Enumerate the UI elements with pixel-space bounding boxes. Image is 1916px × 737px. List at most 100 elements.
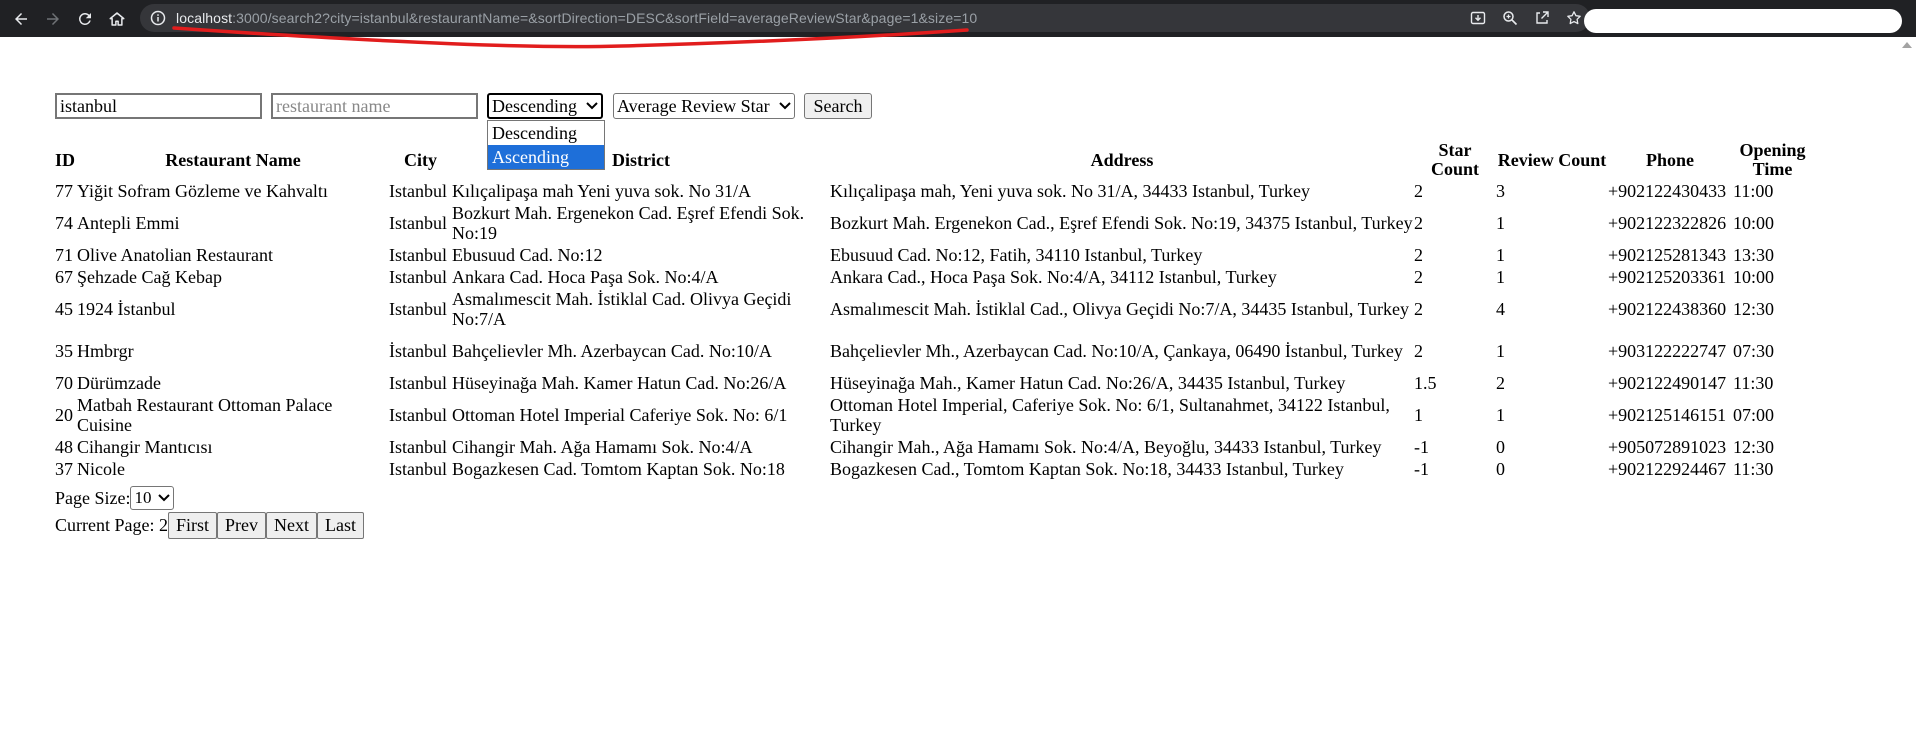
prev-page-button[interactable]: Prev xyxy=(217,511,266,539)
back-button[interactable] xyxy=(8,6,34,32)
cell-review-count: 1 xyxy=(1496,341,1505,361)
cell-address: Kılıçalipaşa mah, Yeni yuva sok. No 31/A… xyxy=(830,181,1310,201)
browser-toolbar: localhost:3000/search2?city=istanbul&res… xyxy=(0,0,1916,37)
header-restaurant-name: Restaurant Name xyxy=(165,149,301,170)
cell-city: Istanbul xyxy=(389,299,447,319)
cell-review-count: 1 xyxy=(1496,405,1505,425)
sort-field-value: Average Review Star xyxy=(617,96,770,116)
header-star-count: Star Count xyxy=(1430,140,1479,179)
table-header-row: ID Restaurant Name City District Address… xyxy=(55,140,1813,180)
share-icon[interactable] xyxy=(1526,4,1558,32)
city-input[interactable]: istanbul xyxy=(55,93,262,119)
sort-direction-select[interactable]: Descending xyxy=(487,93,603,119)
cell-review-count: 1 xyxy=(1496,213,1505,233)
install-app-icon[interactable] xyxy=(1462,4,1494,32)
redacted-profile-area xyxy=(1584,9,1902,33)
cell-id: 37 xyxy=(55,459,73,479)
table-row: 71 Olive Anatolian Restaurant Istanbul E… xyxy=(55,244,1813,266)
cell-opening-time: 11:30 xyxy=(1733,373,1774,393)
last-page-button[interactable]: Last xyxy=(317,511,364,539)
option-descending[interactable]: Descending xyxy=(488,121,604,145)
cell-star-count: 1.5 xyxy=(1414,373,1437,393)
table-row: 77 Yiğit Sofram Gözleme ve Kahvaltı Ista… xyxy=(55,180,1813,202)
cell-name: Olive Anatolian Restaurant xyxy=(77,245,273,265)
cell-district: Bogazkesen Cad. Tomtom Kaptan Sok. No:18 xyxy=(452,459,785,479)
table-row: 45 1924 İstanbul Istanbul Asmalımescit M… xyxy=(55,288,1813,330)
cell-id: 45 xyxy=(55,299,73,319)
first-page-button[interactable]: First xyxy=(167,511,217,539)
home-icon xyxy=(109,11,125,26)
cell-district: Ebusuud Cad. No:12 xyxy=(452,245,603,265)
cell-star-count: 2 xyxy=(1414,299,1423,319)
chevron-down-icon xyxy=(586,102,598,110)
cell-id: 77 xyxy=(55,181,73,201)
cell-address: Ottoman Hotel Imperial, Caferiye Sok. No… xyxy=(830,395,1390,435)
cell-review-count: 2 xyxy=(1496,373,1505,393)
page-size-label: Page Size: xyxy=(55,487,131,508)
cell-phone: +902125146151 xyxy=(1608,405,1727,425)
table-row: 48 Cihangir Mantıcısı Istanbul Cihangir … xyxy=(55,436,1813,458)
site-info-icon[interactable] xyxy=(150,10,166,26)
search-button[interactable]: Search xyxy=(804,93,872,119)
cell-id: 74 xyxy=(55,213,73,233)
cell-review-count: 4 xyxy=(1496,299,1505,319)
cell-district: Ottoman Hotel Imperial Caferiye Sok. No:… xyxy=(452,405,788,425)
cell-name: Nicole xyxy=(77,459,125,479)
cell-name: 1924 İstanbul xyxy=(77,299,176,319)
cell-phone: +902122438360 xyxy=(1608,299,1727,319)
url-text[interactable]: localhost:3000/search2?city=istanbul&res… xyxy=(176,10,977,26)
cell-address: Ebusuud Cad. No:12, Fatih, 34110 Istanbu… xyxy=(830,245,1203,265)
header-phone: Phone xyxy=(1645,149,1694,170)
cell-address: Hüseyinağa Mah., Kamer Hatun Cad. No:26/… xyxy=(830,373,1346,393)
header-city: City xyxy=(404,149,437,170)
table-row: 37 Nicole Istanbul Bogazkesen Cad. Tomto… xyxy=(55,458,1813,480)
pagination: Page Size: 10 Current Page: 2 First Prev… xyxy=(55,485,364,539)
address-bar[interactable]: localhost:3000/search2?city=istanbul&res… xyxy=(140,4,1590,32)
cell-id: 67 xyxy=(55,267,73,287)
header-review-count: Review Count xyxy=(1497,149,1607,170)
cell-review-count: 1 xyxy=(1496,245,1505,265)
cell-id: 70 xyxy=(55,373,73,393)
cell-district: Bozkurt Mah. Ergenekon Cad. Eşref Efendi… xyxy=(452,203,805,243)
cell-review-count: 3 xyxy=(1496,181,1505,201)
cell-address: Ankara Cad., Hoca Paşa Sok. No:4/A, 3411… xyxy=(830,267,1277,287)
cell-star-count: -1 xyxy=(1414,459,1429,479)
cell-opening-time: 07:00 xyxy=(1733,405,1775,425)
page-size-value: 10 xyxy=(134,488,152,507)
cell-address: Asmalımescit Mah. İstiklal Cad., Olivya … xyxy=(830,299,1409,319)
sort-field-select[interactable]: Average Review Star xyxy=(613,93,795,119)
cell-name: Yiğit Sofram Gözleme ve Kahvaltı xyxy=(77,181,328,201)
table-row: 70 Dürümzade Istanbul Hüseyinağa Mah. Ka… xyxy=(55,372,1813,394)
url-path: :3000/search2?city=istanbul&restaurantNa… xyxy=(232,10,978,26)
cell-address: Bogazkesen Cad., Tomtom Kaptan Sok. No:1… xyxy=(830,459,1344,479)
cell-name: Şehzade Cağ Kebap xyxy=(77,267,222,287)
restaurant-name-input[interactable]: restaurant name xyxy=(271,93,478,119)
reload-button[interactable] xyxy=(72,6,98,32)
cell-city: İstanbul xyxy=(389,341,447,361)
cell-star-count: -1 xyxy=(1414,437,1429,457)
cell-opening-time: 10:00 xyxy=(1733,267,1775,287)
scrollbar-up-arrow[interactable] xyxy=(1902,42,1912,48)
header-id: ID xyxy=(55,149,76,170)
cell-city: Istanbul xyxy=(389,437,447,457)
option-ascending[interactable]: Ascending xyxy=(488,145,604,169)
cell-city: Istanbul xyxy=(389,181,447,201)
cell-review-count: 1 xyxy=(1496,267,1505,287)
cell-opening-time: 07:30 xyxy=(1733,341,1775,361)
cell-address: Bozkurt Mah. Ergenekon Cad., Eşref Efend… xyxy=(830,213,1413,233)
cell-phone: +902122322826 xyxy=(1608,213,1727,233)
cell-opening-time: 11:00 xyxy=(1733,181,1774,201)
zoom-icon[interactable] xyxy=(1494,4,1526,32)
cell-city: Istanbul xyxy=(389,459,447,479)
forward-button[interactable] xyxy=(40,6,66,32)
page-size-select[interactable]: 10 xyxy=(130,486,175,510)
cell-phone: +902125203361 xyxy=(1608,267,1727,287)
cell-review-count: 0 xyxy=(1496,459,1505,479)
cell-city: Istanbul xyxy=(389,405,447,425)
cell-star-count: 2 xyxy=(1414,245,1423,265)
cell-opening-time: 12:30 xyxy=(1733,437,1775,457)
header-address: Address xyxy=(1090,149,1154,170)
next-page-button[interactable]: Next xyxy=(266,511,317,539)
cell-phone: +902122430433 xyxy=(1608,181,1727,201)
home-button[interactable] xyxy=(104,6,130,32)
